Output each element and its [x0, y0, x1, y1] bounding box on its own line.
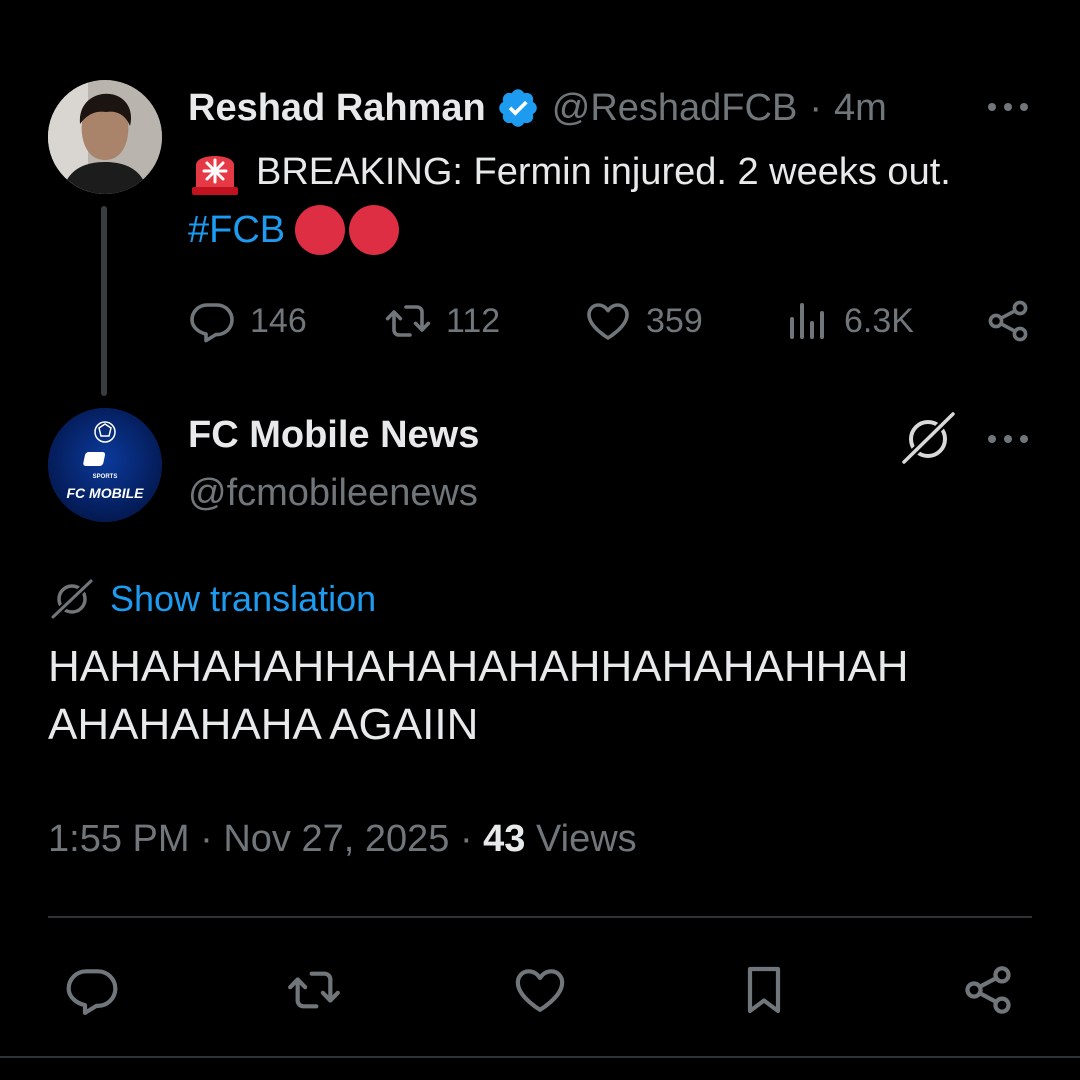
parent-tweet-text-line2: #FCB [188, 204, 403, 256]
hashtag-link[interactable]: #FCB [188, 209, 285, 252]
red-circle-emoji [295, 205, 346, 255]
reply-text-line1: HAHAHAHAHHAHAHAHAHHAHAHAHHAH [48, 642, 909, 691]
verified-badge-icon [498, 89, 537, 127]
red-circle-emoji [349, 205, 400, 255]
reply-button[interactable] [64, 962, 120, 1018]
reply-text-line2: AHAHAHAHA AGAIIN [48, 700, 479, 749]
views-count: 6.3K [844, 301, 914, 340]
repost-button[interactable] [286, 962, 342, 1018]
reply-icon [66, 969, 118, 1015]
reply-action[interactable]: 146 [188, 296, 307, 346]
share-icon [965, 966, 1011, 1014]
views-label: Views [536, 818, 637, 860]
like-count: 359 [646, 301, 703, 340]
show-translation-row[interactable]: Show translation [48, 576, 376, 622]
author-handle[interactable]: @ReshadFCB [552, 87, 798, 130]
avatar-fc-mobile-news[interactable]: SPORTS FC MOBILE [48, 408, 162, 522]
tweet-text: BREAKING: Fermin injured. 2 weeks out. [256, 150, 951, 193]
siren-emoji-icon [192, 156, 238, 195]
author-name[interactable]: Reshad Rahman [188, 87, 486, 130]
grok-icon [50, 578, 94, 620]
fc-mobile-logo-text: FC MOBILE [67, 485, 145, 501]
like-button[interactable] [512, 962, 568, 1018]
like-action[interactable]: 359 [584, 296, 703, 346]
divider [0, 1056, 1080, 1058]
more-icon[interactable] [984, 424, 1032, 454]
bookmark-button[interactable] [736, 962, 792, 1018]
separator-dot: · [200, 818, 213, 860]
grok-icon[interactable] [898, 410, 958, 468]
like-icon [515, 969, 565, 1012]
separator-dot: · [459, 818, 473, 860]
show-translation-link[interactable]: Show translation [110, 578, 376, 620]
views-action[interactable]: 6.3K [782, 296, 914, 346]
share-action[interactable] [984, 296, 1046, 346]
repost-icon [385, 305, 431, 337]
reply-icon [190, 303, 234, 343]
repost-count: 112 [446, 301, 501, 340]
views-icon [790, 303, 824, 339]
author-handle[interactable]: @fcmobileenews [188, 472, 478, 515]
repost-icon [288, 971, 340, 1009]
tweet-date[interactable]: Nov 27, 2025 [223, 818, 449, 860]
parent-tweet-text-line1: BREAKING: Fermin injured. 2 weeks out. [188, 146, 951, 198]
parent-tweet-actions: 146 112 359 6.3K [188, 296, 1038, 346]
tweet-time[interactable]: 4m [834, 87, 887, 130]
separator-dot: · [809, 86, 822, 129]
tweet-time[interactable]: 1:55 PM [48, 818, 190, 860]
reply-tweet-text: HAHAHAHAHHAHAHAHAHHAHAHAHHAH AHAHAHAHA AG… [48, 638, 1048, 754]
reply-count: 146 [250, 301, 307, 340]
share-icon [988, 300, 1028, 342]
author-name[interactable]: FC Mobile News [188, 414, 479, 457]
reply-tweet-actions [48, 962, 1032, 1018]
repost-action[interactable]: 112 [384, 296, 500, 346]
more-icon[interactable] [984, 92, 1032, 122]
avatar-reshad-rahman[interactable] [48, 80, 162, 194]
share-button[interactable] [960, 962, 1016, 1018]
bookmark-icon [747, 966, 781, 1014]
like-icon [587, 303, 629, 340]
tweet-meta: 1:55 PM · Nov 27, 2025 · 43 Views [48, 818, 637, 861]
svg-text:SPORTS: SPORTS [93, 474, 118, 480]
parent-tweet-header: Reshad Rahman @ReshadFCB · 4m [188, 84, 887, 132]
divider [48, 916, 1032, 918]
views-count: 43 [483, 818, 526, 860]
thread-line [101, 206, 107, 396]
